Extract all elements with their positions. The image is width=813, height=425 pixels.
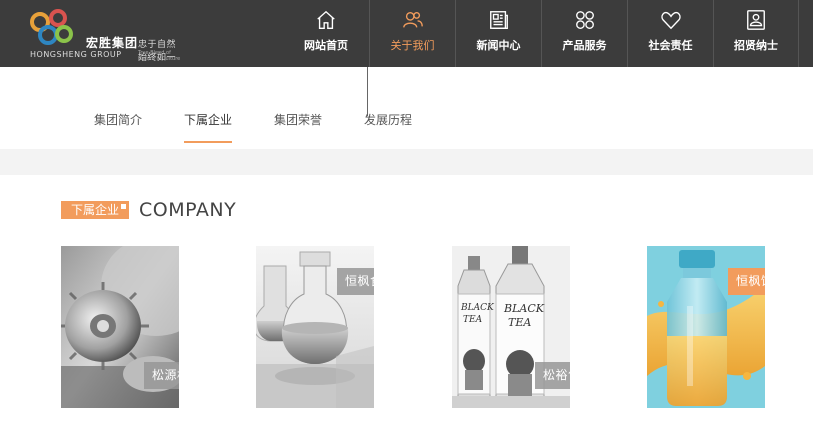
grid-icon — [575, 11, 594, 29]
nav-item-home[interactable]: 网站首页 — [283, 0, 369, 67]
nav-label: 招贤纳士 — [734, 39, 778, 52]
company-name-label: 恒枫食品 — [337, 268, 374, 295]
main-nav: 网站首页 关于我们 新闻中心 产品服务 社会责任 招贤纳士 — [283, 0, 799, 67]
subnav-item-history[interactable]: 发展历程 — [364, 111, 412, 143]
brand-name-en: HONGSHENG GROUP — [30, 50, 122, 59]
company-name-label: 松源机械 — [144, 362, 179, 389]
home-icon — [317, 10, 335, 29]
subnav-item-group-intro[interactable]: 集团简介 — [94, 111, 142, 143]
nav-label: 产品服务 — [562, 39, 607, 52]
svg-text:BLACK: BLACK — [503, 302, 545, 315]
brand-tagline-en: True Blend of Nature & Culture — [138, 50, 181, 62]
nav-item-products[interactable]: 产品服务 — [541, 0, 627, 67]
nav-label: 社会责任 — [648, 39, 693, 52]
nav-item-news[interactable]: 新闻中心 — [455, 0, 541, 67]
company-card-songyuan-machinery[interactable]: 松源机械 — [61, 246, 179, 408]
svg-text:TEA: TEA — [508, 316, 531, 329]
id-card-icon — [747, 10, 765, 30]
subnav-item-honors[interactable]: 集团荣誉 — [274, 111, 322, 143]
nav-label: 新闻中心 — [476, 39, 521, 52]
sub-navigation: 集团简介 下属企业 集团荣誉 发展历程 — [94, 111, 454, 143]
people-icon — [402, 11, 423, 28]
company-card-songyu-packaging[interactable]: BLACK TEA BLACK TEA 松裕包装 — [452, 246, 570, 408]
logo-rings-icon — [30, 9, 73, 45]
nav-label: 网站首页 — [304, 39, 348, 52]
svg-text:TEA: TEA — [463, 315, 483, 325]
heart-icon — [660, 11, 681, 30]
company-name-label: 松裕包装 — [535, 362, 570, 389]
newspaper-icon — [489, 11, 508, 29]
nav-indicator-line — [367, 67, 368, 116]
top-navigation-bar: 宏胜集团 忠于自然 始终如一 HONGSHENG GROUP True Blen… — [0, 0, 813, 67]
nav-item-careers[interactable]: 招贤纳士 — [713, 0, 799, 67]
nav-item-social-responsibility[interactable]: 社会责任 — [627, 0, 713, 67]
nav-item-about[interactable]: 关于我们 — [369, 0, 455, 67]
nav-label: 关于我们 — [390, 39, 435, 52]
svg-text:BLACK: BLACK — [460, 303, 495, 313]
company-card-hengfeng-food[interactable]: 恒枫食品 — [256, 246, 374, 408]
subnav-item-subsidiaries[interactable]: 下属企业 — [184, 111, 233, 143]
brand-name-cn: 宏胜集团 — [86, 36, 139, 50]
divider-band — [0, 149, 813, 175]
section-title-en: COMPANY — [139, 199, 237, 221]
company-card-hengfeng-beverage[interactable]: 恒枫饮料 — [647, 246, 765, 408]
section-tag: 下属企业 — [61, 201, 129, 219]
company-name-label: 恒枫饮料 — [728, 268, 765, 295]
section-heading: 下属企业 COMPANY — [61, 199, 236, 221]
group-logo[interactable]: 宏胜集团 忠于自然 始终如一 HONGSHENG GROUP True Blen… — [26, 6, 186, 63]
